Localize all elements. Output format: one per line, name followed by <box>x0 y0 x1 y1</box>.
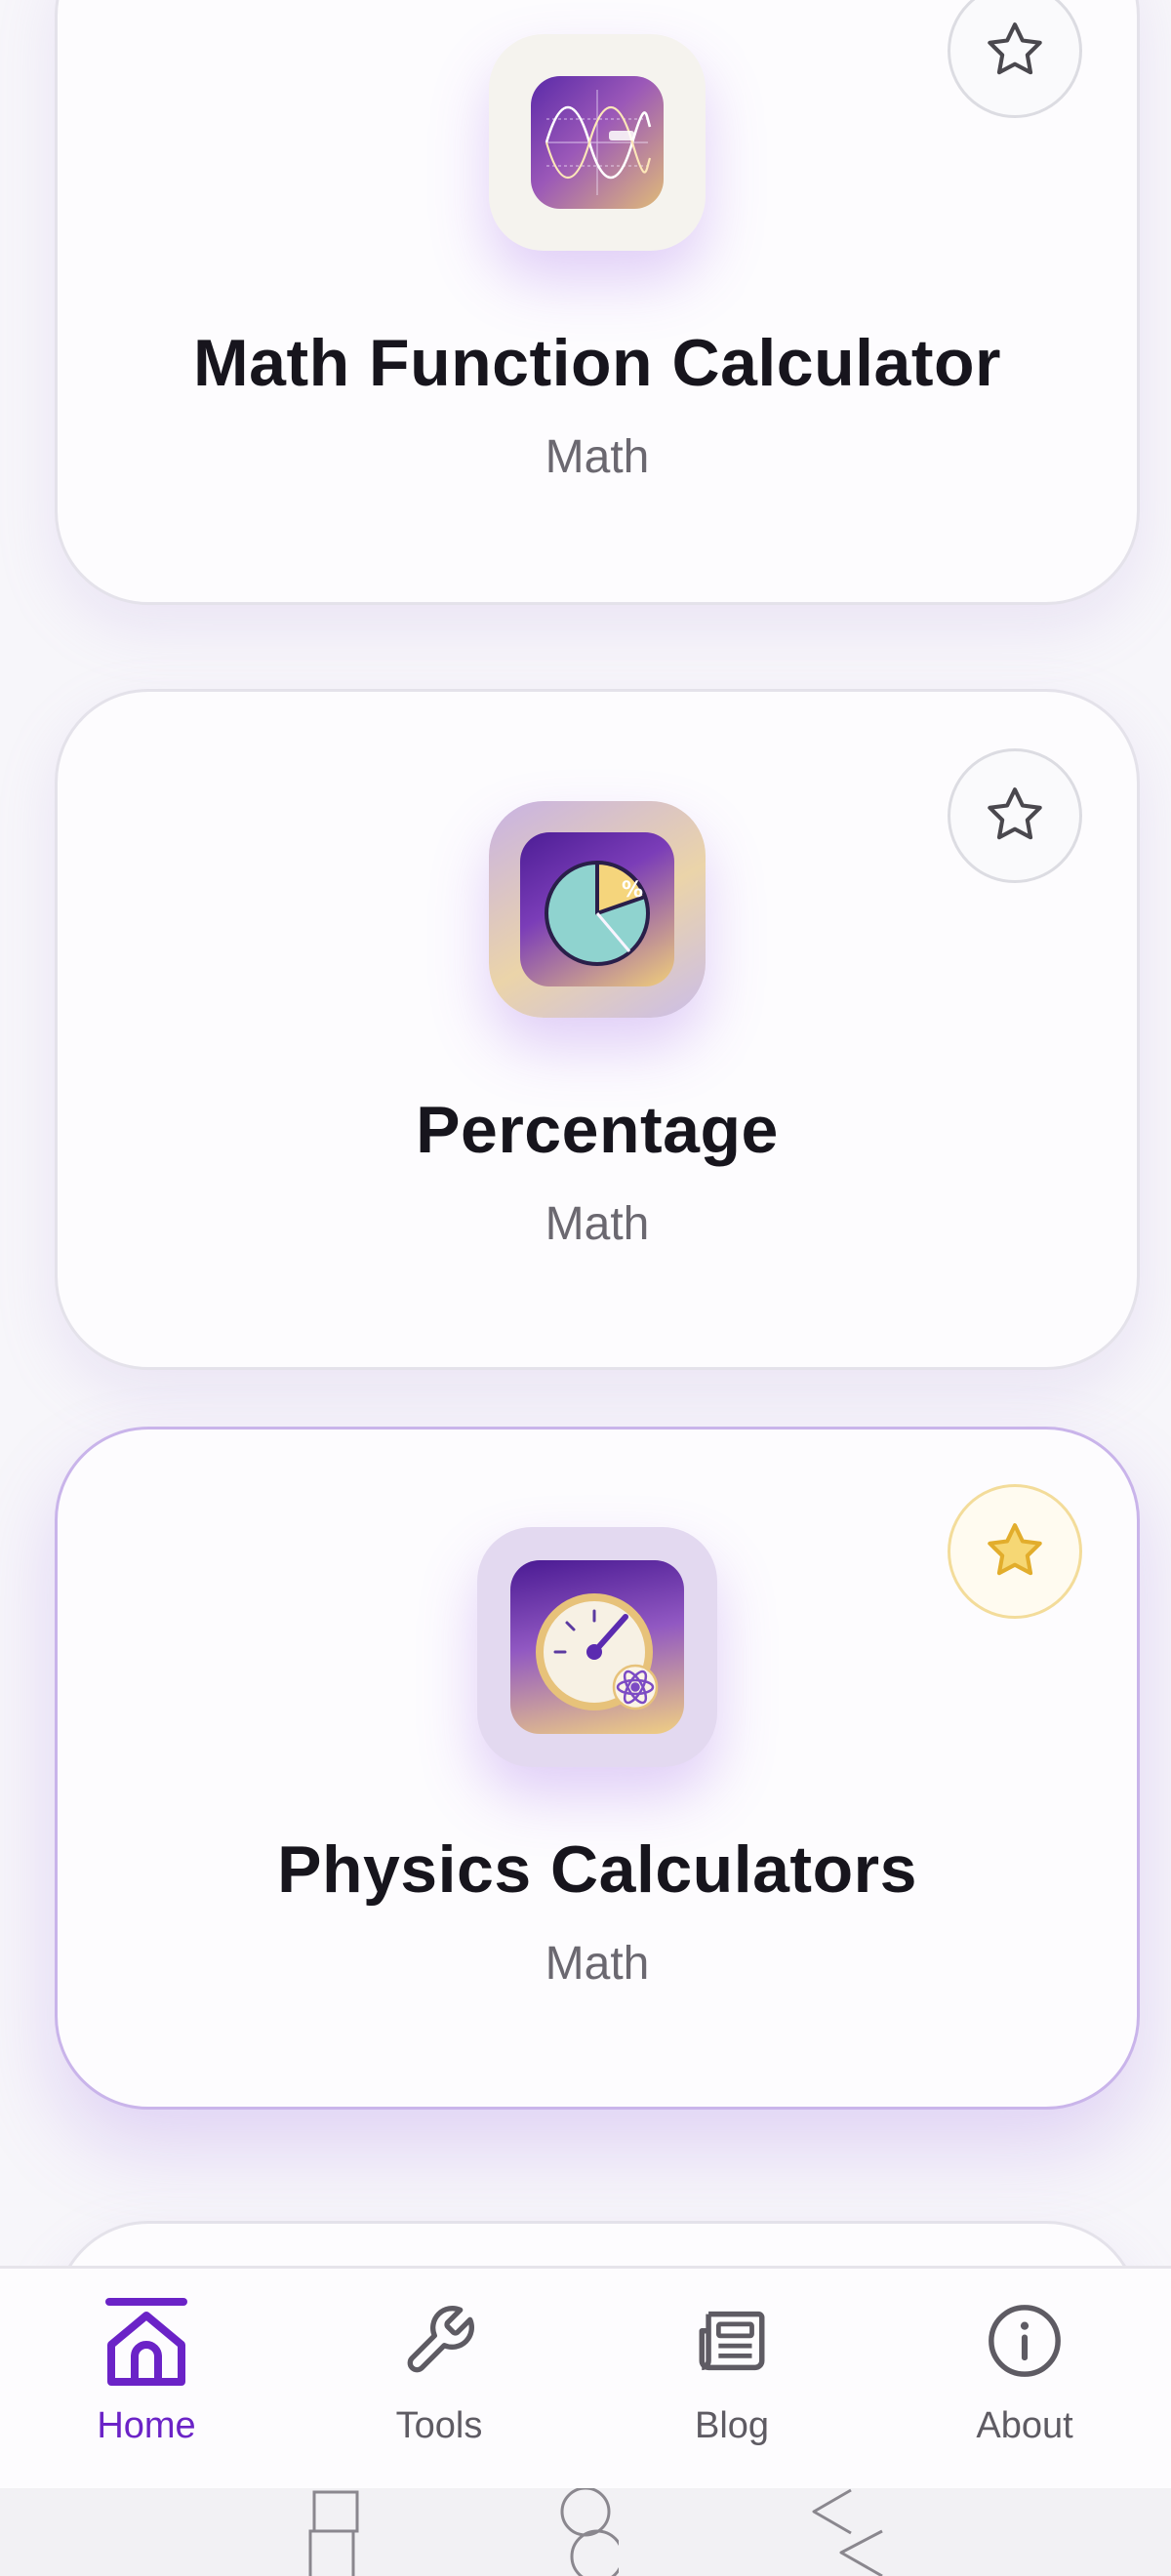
nav-label: About <box>976 2405 1073 2446</box>
back-button[interactable] <box>806 2488 884 2576</box>
pie-percentage-icon: % <box>520 832 674 986</box>
nav-item-blog[interactable]: Blog <box>586 2269 878 2488</box>
favorite-button[interactable] <box>948 0 1082 118</box>
gauge-atom-icon <box>510 1560 684 1734</box>
newspaper-icon <box>685 2294 779 2388</box>
tool-card-percentage[interactable]: % Percentage Math <box>55 689 1140 1370</box>
bottom-navigation: Home Tools Blog About <box>0 2266 1171 2488</box>
tool-title: Math Function Calculator <box>193 326 1001 400</box>
tool-icon-tile <box>477 1527 717 1767</box>
tool-icon-tile: % <box>489 801 706 1018</box>
nav-item-home[interactable]: Home <box>0 2269 293 2488</box>
home-icon <box>100 2294 193 2388</box>
app-viewport: Math Function Calculator Math % Percenta… <box>0 0 1171 2576</box>
favorite-button[interactable] <box>948 1484 1082 1619</box>
info-icon <box>978 2294 1071 2388</box>
nav-label: Blog <box>694 2405 770 2446</box>
tool-category: Math <box>545 1198 650 1250</box>
tool-title: Physics Calculators <box>277 1832 917 1907</box>
wrench-icon <box>392 2294 486 2388</box>
nav-label: Tools <box>395 2405 483 2446</box>
star-filled-icon <box>988 1523 1042 1576</box>
home-button[interactable] <box>554 2488 619 2576</box>
tool-card-physics-calculators[interactable]: Physics Calculators Math <box>55 1427 1140 2110</box>
recents-button[interactable] <box>303 2488 367 2576</box>
favorite-button[interactable] <box>948 748 1082 883</box>
svg-text:%: % <box>622 878 643 903</box>
nav-label: Home <box>97 2405 196 2446</box>
star-outline-icon <box>988 22 1042 75</box>
nav-item-about[interactable]: About <box>878 2269 1171 2488</box>
tool-icon-tile <box>489 34 706 251</box>
tool-card-math-function-calculator[interactable]: Math Function Calculator Math <box>55 0 1140 605</box>
star-outline-icon <box>988 787 1042 840</box>
tool-title: Percentage <box>416 1093 779 1167</box>
nav-item-tools[interactable]: Tools <box>293 2269 586 2488</box>
tool-category: Math <box>545 431 650 483</box>
tool-category: Math <box>545 1938 650 1990</box>
system-navigation-bar <box>0 2488 1171 2576</box>
function-graph-icon <box>531 76 664 209</box>
